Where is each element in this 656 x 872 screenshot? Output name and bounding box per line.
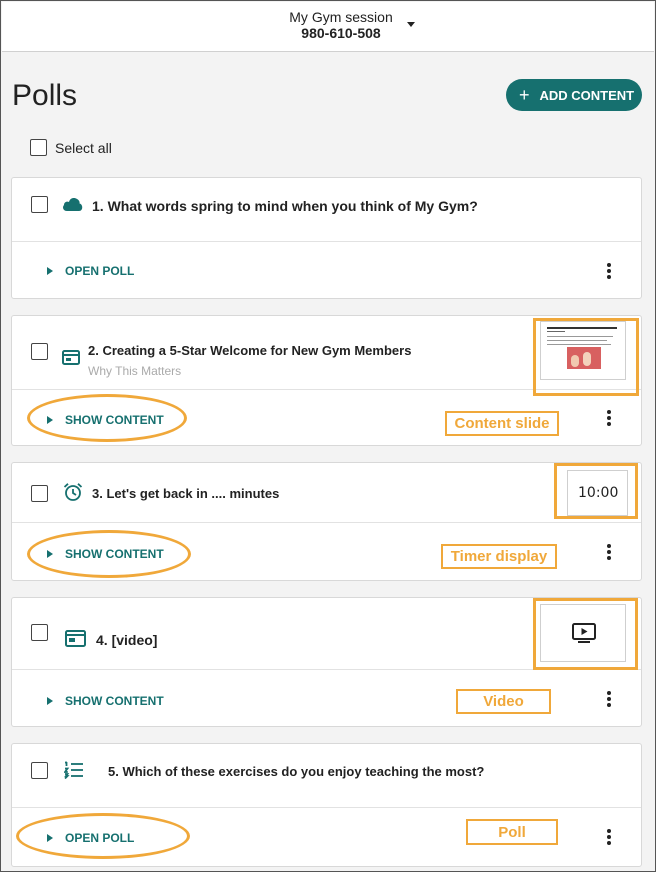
poll-annotation: Poll	[466, 819, 558, 845]
video-window-icon	[65, 630, 86, 647]
session-code: 980-610-508	[301, 25, 381, 41]
item-subtitle: Why This Matters	[88, 364, 182, 378]
item-checkbox[interactable]	[31, 624, 48, 641]
timer-highlight-box	[554, 463, 638, 519]
list-icon	[64, 761, 83, 779]
open-poll-button[interactable]: OPEN POLL	[47, 264, 134, 278]
action-label: OPEN POLL	[65, 264, 135, 278]
add-content-button[interactable]: + ADD CONTENT	[506, 79, 642, 111]
chevron-down-icon[interactable]	[407, 22, 415, 27]
poll-card-1: 1. What words spring to mind when you th…	[11, 177, 642, 299]
content-slide-annotation: Content slide	[445, 411, 559, 436]
slide-icon	[62, 350, 80, 365]
divider	[12, 807, 641, 808]
play-triangle-icon	[47, 267, 53, 275]
show-content-highlight	[27, 394, 187, 442]
alarm-clock-icon	[63, 483, 83, 501]
action-label: SHOW CONTENT	[65, 694, 164, 708]
open-poll-highlight	[16, 813, 190, 859]
more-options-icon[interactable]	[607, 544, 611, 560]
select-all-label: Select all	[55, 140, 112, 156]
item-checkbox[interactable]	[31, 343, 48, 360]
app-frame: My Gym session 980-610-508 Polls + ADD C…	[0, 0, 656, 872]
page-title: Polls	[12, 79, 78, 112]
video-annotation: Video	[456, 689, 551, 714]
divider	[12, 241, 641, 242]
item-title[interactable]: 1. What words spring to mind when you th…	[92, 198, 478, 214]
select-all-checkbox[interactable]	[30, 139, 47, 156]
item-checkbox[interactable]	[31, 485, 48, 502]
more-options-icon[interactable]	[607, 410, 611, 426]
item-title[interactable]: 5. Which of these exercises do you enjoy…	[108, 764, 484, 779]
item-checkbox[interactable]	[31, 196, 48, 213]
more-options-icon[interactable]	[607, 263, 611, 279]
timer-display-annotation: Timer display	[441, 544, 557, 569]
add-content-label: ADD CONTENT	[539, 87, 635, 103]
item-title[interactable]: 2. Creating a 5-Star Welcome for New Gym…	[88, 343, 411, 358]
cloud-icon	[63, 198, 83, 211]
play-triangle-icon	[47, 697, 53, 705]
session-name: My Gym session	[289, 9, 393, 25]
show-content-highlight	[27, 530, 191, 578]
more-options-icon[interactable]	[607, 829, 611, 845]
item-title[interactable]: 4. [video]	[96, 632, 157, 648]
more-options-icon[interactable]	[607, 691, 611, 707]
divider	[12, 522, 641, 523]
show-content-button[interactable]: SHOW CONTENT	[47, 694, 164, 708]
item-title[interactable]: 3. Let's get back in .... minutes	[92, 486, 279, 501]
plus-icon: +	[519, 85, 530, 105]
video-highlight-box	[533, 598, 638, 670]
session-header[interactable]: My Gym session 980-610-508	[2, 2, 654, 52]
slide-highlight-box	[533, 318, 639, 396]
item-checkbox[interactable]	[31, 762, 48, 779]
